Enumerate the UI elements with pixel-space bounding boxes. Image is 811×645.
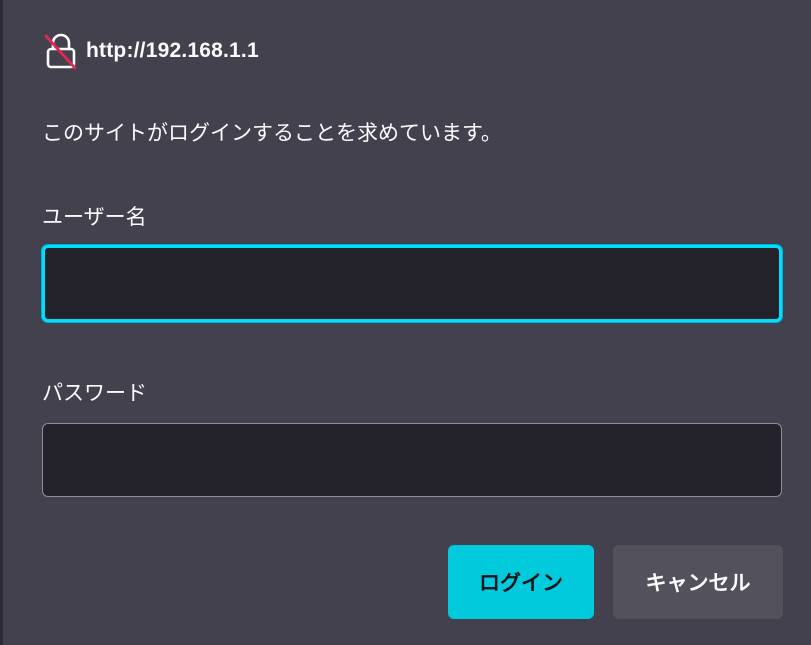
window-edge (0, 0, 3, 645)
password-input[interactable] (42, 423, 782, 497)
username-input[interactable] (42, 245, 782, 322)
insecure-lock-icon (42, 32, 78, 70)
site-origin: http://192.168.1.1 (86, 39, 259, 62)
dialog-header: http://192.168.1.1 (42, 32, 259, 70)
auth-dialog: http://192.168.1.1 このサイトがログインすることを求めています… (0, 0, 811, 645)
auth-message: このサイトがログインすることを求めています。 (42, 121, 502, 145)
password-label: パスワード (42, 381, 147, 405)
username-label: ユーザー名 (42, 205, 147, 229)
cancel-button[interactable]: キャンセル (613, 545, 783, 619)
login-button[interactable]: ログイン (448, 545, 594, 619)
